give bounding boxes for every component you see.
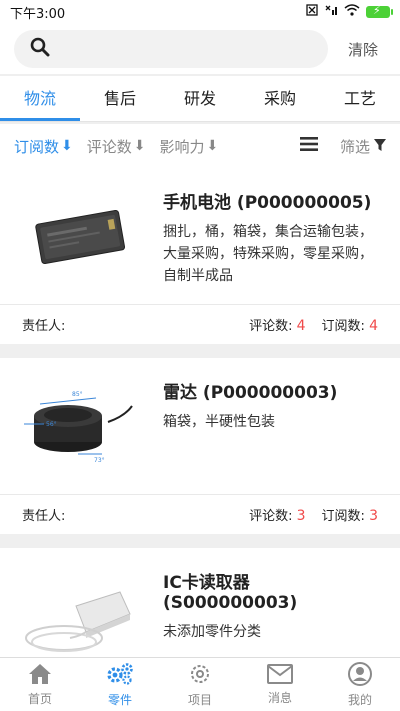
search-input[interactable] [14,30,328,68]
card-reader-thumbnail [20,566,140,666]
envelope-icon [267,663,293,687]
home-icon [28,663,52,688]
sort-comments-label: 评论数 [86,137,132,156]
owner-label: 责任人: [22,509,66,524]
status-bar: 下午3:00 ⚡ [0,0,400,24]
wifi-icon [344,4,360,20]
nav-messages-label: 消息 [267,690,292,705]
item-counts: 评论数: 3 订阅数: 3 [249,505,378,524]
owner-label: 责任人: [22,319,66,334]
comment-count-value: 4 [296,318,306,334]
tab-process[interactable]: 工艺 [320,76,400,121]
no-sim-icon [306,4,318,20]
tab-after-sales[interactable]: 售后 [80,76,160,121]
funnel-icon [374,137,386,155]
list-item-info: IC卡读取器 (S000000003) 未添加零件分类 [163,568,386,643]
nav-profile[interactable]: 我的 [320,658,400,711]
item-description: 箱袋，半硬性包装 [163,414,275,430]
sort-subscriptions-label: 订阅数 [14,137,60,156]
gears-icon [106,662,134,689]
sort-comments[interactable]: 评论数 ⬇ [87,136,146,157]
search-bar: 清除 [0,24,400,74]
list-item[interactable]: 85° 56° 73° 雷达 (P000000003) 箱袋，半硬性包装 责任人… [0,358,400,534]
battery-charging-icon: ⚡ [366,4,393,18]
tab-procurement[interactable]: 采购 [240,76,320,121]
nav-home[interactable]: 首页 [0,658,80,711]
list-item-info: 手机电池 (P000000005) 捆扎，桶，箱袋，集合运输包装，大量采购，特殊… [163,188,386,287]
item-description: 未添加零件分类 [163,624,261,640]
nav-parts[interactable]: 零件 [80,658,160,711]
radar-dimension-left: 56° [46,421,57,428]
list-item-body: 85° 56° 73° 雷达 (P000000003) 箱袋，半硬性包装 [0,358,400,494]
item-title: IC卡读取器 (S000000003) [163,573,298,613]
comment-count-value: 3 [296,508,306,524]
subscribe-count-value: 3 [369,508,378,524]
filter-button[interactable]: 筛选 [340,136,386,157]
list-item[interactable]: 手机电池 (P000000005) 捆扎，桶，箱袋，集合运输包装，大量采购，特殊… [0,168,400,344]
tab-rnd[interactable]: 研发 [160,76,240,121]
list-item-footer: 责任人: 评论数: 3 订阅数: 3 [0,494,400,534]
user-icon [348,661,372,689]
bottom-tab-bar: 首页 零件 项目 消息 我的 [0,657,400,711]
comment-count: 评论数: 3 [249,505,305,524]
sort-influence[interactable]: 影响力 ⬇ [160,136,219,157]
nav-parts-label: 零件 [107,692,132,707]
subscribe-count: 订阅数: 3 [322,505,378,524]
arrow-down-icon: ⬇ [133,138,146,154]
search-icon [30,37,50,61]
item-title: 雷达 (P000000003) [163,383,338,403]
nav-profile-label: 我的 [347,692,372,707]
radar-dimension-top: 85° [72,391,83,398]
list-item-body: 手机电池 (P000000005) 捆扎，桶，箱袋，集合运输包装，大量采购，特殊… [0,168,400,304]
arrow-down-icon: ⬇ [61,138,73,154]
clear-button[interactable]: 清除 [348,39,378,60]
comment-count-label: 评论数: [249,319,293,334]
tab-logistics[interactable]: 物流 [0,76,80,121]
nav-projects-label: 项目 [187,692,212,707]
item-description: 捆扎，桶，箱袋，集合运输包装，大量采购，特殊采购，零星采购，自制半成品 [163,224,373,284]
list-item-footer: 责任人: 评论数: 4 订阅数: 4 [0,304,400,344]
list-menu-icon[interactable] [299,137,318,155]
sort-bar: 订阅数 ⬇ 评论数 ⬇ 影响力 ⬇ 筛选 [0,124,400,168]
signal-icon [324,4,338,20]
subscribe-count-label: 订阅数: [321,509,365,524]
filter-label: 筛选 [339,137,370,156]
part-list: 手机电池 (P000000005) 捆扎，桶，箱袋，集合运输包装，大量采购，特殊… [0,168,400,698]
status-time: 下午3:00 [10,6,66,22]
nav-home-label: 首页 [27,691,52,706]
item-counts: 评论数: 4 订阅数: 4 [249,315,378,334]
subscribe-count-label: 订阅数: [321,319,365,334]
nav-messages[interactable]: 消息 [240,658,320,711]
list-item-info: 雷达 (P000000003) 箱袋，半硬性包装 [163,378,386,433]
arrow-down-icon: ⬇ [206,138,219,154]
comment-count-label: 评论数: [249,509,293,524]
subscribe-count: 订阅数: 4 [322,315,378,334]
nav-projects[interactable]: 项目 [160,658,240,711]
project-gear-icon [188,662,212,689]
sort-influence-label: 影响力 [159,137,205,156]
comment-count: 评论数: 4 [249,315,305,334]
status-icons: ⚡ [306,4,393,20]
radar-dimension-bottom: 73° [94,457,105,464]
item-title: 手机电池 (P000000005) [163,193,372,213]
category-tabs: 物流 售后 研发 采购 工艺 [0,76,400,122]
radar-thumbnail: 85° 56° 73° [20,376,140,476]
subscribe-count-value: 4 [369,318,378,334]
battery-thumbnail [20,186,140,286]
sort-subscriptions[interactable]: 订阅数 ⬇ [14,136,73,157]
